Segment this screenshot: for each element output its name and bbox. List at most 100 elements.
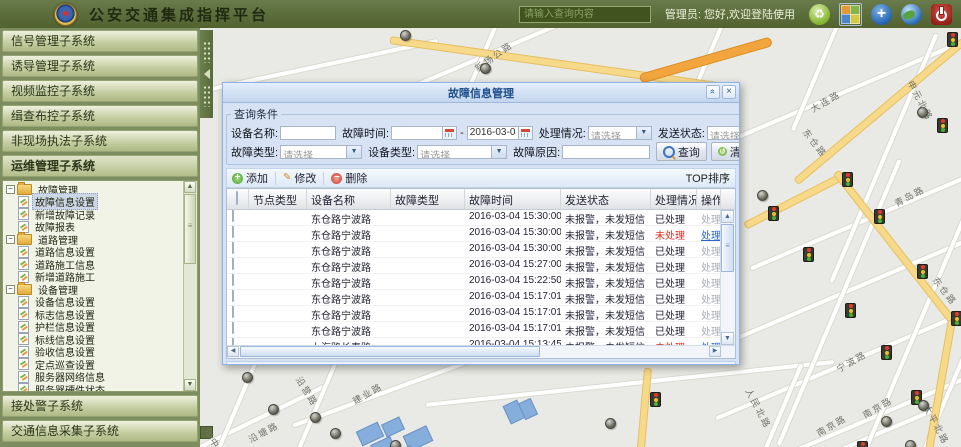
cone-marker-icon[interactable] [268, 404, 279, 415]
row-checkbox[interactable] [232, 210, 234, 222]
tree-item-服务器硬件状态[interactable]: 服务器硬件状态 [3, 383, 184, 392]
accordion-panel-接处警子系统[interactable]: 接处警子系统 [2, 395, 198, 417]
accordion-panel-缉查布控子系统[interactable]: 缉查布控子系统 [2, 105, 198, 127]
scroll-down-icon[interactable]: ▼ [184, 379, 196, 391]
accordion-panel-视频监控子系统[interactable]: 视频监控子系统 [2, 80, 198, 102]
tree-scrollbar-thumb[interactable] [184, 194, 196, 264]
device-type-select[interactable]: 请选择▼ [417, 145, 507, 159]
cone-marker-icon[interactable] [390, 440, 401, 447]
cone-marker-icon[interactable] [605, 418, 616, 429]
chevron-down-icon[interactable]: ▼ [491, 146, 506, 158]
power-icon[interactable] [931, 4, 952, 25]
accordion-panel-诱导管理子系统[interactable]: 诱导管理子系统 [2, 55, 198, 77]
process-link[interactable]: 处理 [701, 215, 721, 225]
column-header-设备名称[interactable]: 设备名称 [307, 189, 391, 209]
tree-toggle-icon[interactable]: − [6, 235, 15, 244]
accordion-panel-运维管理子系统[interactable]: 运维管理子系统 [2, 155, 198, 177]
globe-icon[interactable] [901, 4, 922, 25]
fault-type-select[interactable]: 请选择▼ [280, 145, 362, 159]
scroll-right-icon[interactable]: ▶ [709, 346, 721, 357]
table-row[interactable]: 东仓路宁波路2016-03-04 15:27:00未报警，未发短信已处理处理 [227, 258, 721, 274]
accordion-panel-信号管理子系统[interactable]: 信号管理子系统 [2, 30, 198, 52]
send-status-select[interactable]: 请选择▼ [707, 126, 739, 140]
table-row[interactable]: 东仓路宁波路2016-03-04 15:22:50未报警，未发短信已处理处理 [227, 274, 721, 290]
cone-marker-icon[interactable] [918, 400, 929, 411]
cone-marker-icon[interactable] [480, 63, 491, 74]
handle-status-select[interactable]: 请选择▼ [588, 126, 652, 140]
close-window-button[interactable]: × [722, 85, 736, 99]
process-link[interactable]: 处理 [701, 279, 721, 289]
traffic-light-icon[interactable] [845, 303, 856, 318]
row-checkbox[interactable] [232, 274, 234, 286]
process-link[interactable]: 处理 [701, 311, 721, 321]
accordion-panel-非现场执法子系统[interactable]: 非现场执法子系统 [2, 130, 198, 152]
traffic-light-icon[interactable] [937, 118, 948, 133]
cone-marker-icon[interactable] [310, 412, 321, 423]
row-checkbox[interactable] [232, 322, 234, 334]
row-checkbox[interactable] [232, 306, 234, 318]
table-row[interactable]: 东仓路宁波路2016-03-04 15:30:00未报警，未发短信已处理处理 [227, 242, 721, 258]
top-sort-label[interactable]: TOP排序 [686, 170, 730, 186]
process-link[interactable]: 处理 [701, 327, 721, 337]
column-header-操作[interactable]: 操作 [697, 189, 721, 209]
column-header-处理情况[interactable]: 处理情况 [651, 189, 697, 209]
table-row[interactable]: 东仓路宁波路2016-03-04 15:30:00未报警，未发短信已处理处理 [227, 210, 721, 226]
table-row[interactable]: 东仓路宁波路2016-03-04 15:30:00未报警，未发短信未处理处理 [227, 226, 721, 242]
chevron-down-icon[interactable]: ▼ [346, 146, 361, 158]
row-checkbox[interactable] [232, 290, 234, 302]
process-link[interactable]: 处理 [701, 247, 721, 257]
calendar-icon[interactable] [519, 126, 533, 140]
grid-vertical-scrollbar[interactable]: ▲ ▼ [720, 210, 735, 345]
traffic-light-icon[interactable] [874, 209, 885, 224]
cone-marker-icon[interactable] [881, 416, 892, 427]
cone-marker-icon[interactable] [242, 372, 253, 383]
traffic-light-icon[interactable] [951, 311, 961, 326]
recycle-icon[interactable]: ♻ [809, 4, 830, 25]
modify-record-button[interactable]: ✎ 修改 [283, 170, 316, 186]
process-link[interactable]: 处理 [701, 295, 721, 305]
row-checkbox[interactable] [232, 258, 234, 270]
query-button[interactable]: 查询 [656, 142, 707, 161]
tree-toggle-icon[interactable]: − [6, 185, 15, 194]
add-icon[interactable]: + [871, 4, 892, 25]
column-header-故障时间[interactable]: 故障时间 [465, 189, 561, 209]
tree-item-故障报表[interactable]: 故障报表 [3, 221, 184, 234]
cone-marker-icon[interactable] [400, 30, 411, 41]
tree-scrollbar[interactable]: ▲ ▼ [183, 181, 197, 391]
device-name-input[interactable] [280, 126, 336, 140]
window-titlebar[interactable]: 故障信息管理 « × [223, 83, 739, 103]
header-search-input[interactable] [519, 6, 651, 23]
fault-time-from-input[interactable] [391, 126, 443, 140]
sidebar-collapse-splitter[interactable] [200, 30, 213, 118]
table-row[interactable]: 东仓路宁波路2016-03-04 15:17:01未报警，未发短信已处理处理 [227, 322, 721, 338]
traffic-light-icon[interactable] [917, 264, 928, 279]
traffic-light-icon[interactable] [857, 441, 868, 447]
process-link[interactable]: 处理 [701, 263, 721, 273]
collapse-window-button[interactable]: « [706, 85, 720, 99]
tree-item-新增故障记录[interactable]: 新增故障记录 [3, 208, 184, 221]
add-record-button[interactable]: + 添加 [232, 170, 268, 186]
row-checkbox[interactable] [232, 338, 234, 345]
fault-time-to-input[interactable] [467, 126, 519, 140]
delete-record-button[interactable]: − 删除 [331, 170, 367, 186]
tree-toggle-icon[interactable]: − [6, 285, 15, 294]
row-checkbox[interactable] [232, 242, 234, 254]
column-header-发送状态[interactable]: 发送状态 [561, 189, 651, 209]
column-header-节点类型[interactable]: 节点类型 [249, 189, 307, 209]
select-all-checkbox[interactable] [236, 191, 238, 205]
scroll-up-icon[interactable]: ▲ [184, 181, 196, 193]
clear-button[interactable]: ↺ 清除 [711, 142, 739, 161]
apps-grid-icon[interactable] [839, 3, 862, 26]
row-checkbox[interactable] [232, 226, 234, 238]
traffic-light-icon[interactable] [803, 247, 814, 262]
traffic-light-icon[interactable] [842, 172, 853, 187]
tree-item-新增道路施工[interactable]: 新增道路施工 [3, 271, 184, 284]
cone-marker-icon[interactable] [757, 190, 768, 201]
scroll-left-icon[interactable]: ◀ [227, 346, 239, 357]
traffic-light-icon[interactable] [768, 206, 779, 221]
traffic-light-icon[interactable] [650, 392, 661, 407]
hscroll-thumb[interactable] [240, 346, 540, 357]
chevron-down-icon[interactable]: ▼ [636, 127, 651, 139]
cone-marker-icon[interactable] [905, 440, 916, 447]
scroll-up-icon[interactable]: ▲ [721, 210, 734, 223]
